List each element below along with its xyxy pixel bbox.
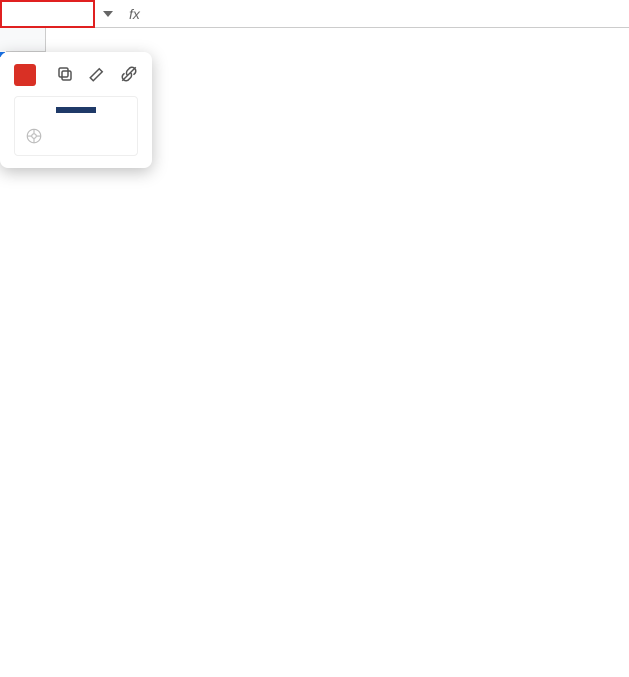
name-box-dropdown-icon[interactable] [103, 11, 113, 17]
link-preview-card [0, 52, 152, 168]
remove-link-icon[interactable] [120, 65, 138, 86]
formula-bar: fx [0, 0, 629, 28]
mini-title [56, 107, 96, 113]
fx-icon: fx [113, 6, 152, 22]
pdf-badge-icon [14, 64, 36, 86]
watermark [25, 127, 47, 145]
name-box[interactable] [0, 0, 95, 28]
preview-thumbnail[interactable] [14, 96, 138, 156]
edit-link-icon[interactable] [88, 65, 106, 86]
copy-link-icon[interactable] [56, 65, 74, 86]
select-all-corner[interactable] [0, 28, 46, 52]
grid-area[interactable] [0, 52, 629, 677]
